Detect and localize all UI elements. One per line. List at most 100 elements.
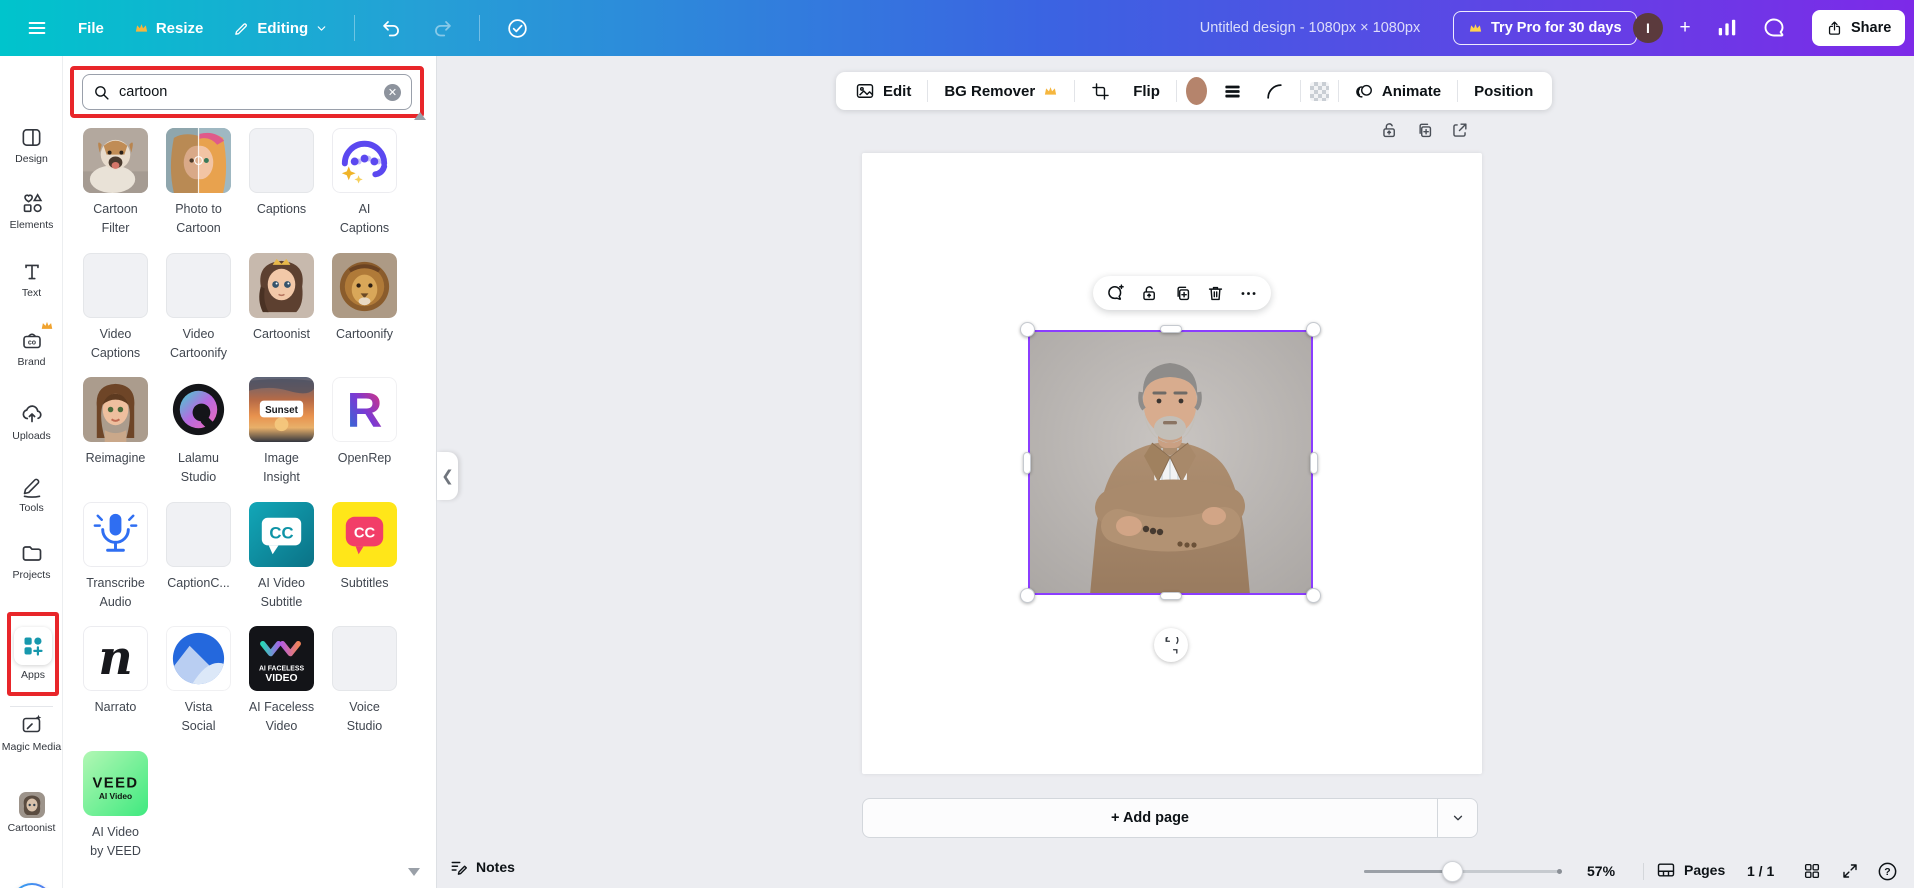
flip-button[interactable]: Flip <box>1126 78 1167 105</box>
undo-button[interactable] <box>369 10 414 47</box>
sidebar-item-magic-media[interactable]: Magic Media <box>0 713 63 753</box>
sidebar-item-apps[interactable]: Apps <box>7 612 59 696</box>
resize-handle-top-left[interactable] <box>1020 322 1035 337</box>
lock-icon[interactable] <box>1140 284 1159 303</box>
app-tile-openrep[interactable]: R OpenRep <box>332 377 397 502</box>
transparency-button[interactable] <box>1309 81 1329 101</box>
canva-assistant-button[interactable] <box>11 883 53 888</box>
sidebar-item-text[interactable]: Text <box>0 261 63 299</box>
app-tile-lalamu-studio[interactable]: Lalamu Studio <box>166 377 231 502</box>
resize-handle-bottom-left[interactable] <box>1020 588 1035 603</box>
app-tile-narrato[interactable]: n Narrato <box>83 626 148 751</box>
redo-icon <box>432 18 453 39</box>
corner-rounding-button[interactable] <box>1258 77 1291 106</box>
app-tile-label: AI Video Subtitle <box>257 575 306 609</box>
lock-page-button[interactable] <box>1380 121 1399 140</box>
try-pro-button[interactable]: Try Pro for 30 days <box>1453 11 1637 45</box>
help-button[interactable]: ? <box>1877 861 1898 882</box>
pages-button[interactable]: Pages <box>1656 860 1725 880</box>
design-icon <box>20 126 43 149</box>
app-tile-image-insight[interactable]: Sunset Image Insight <box>249 377 314 502</box>
scroll-up-arrow-icon[interactable] <box>414 112 426 120</box>
resize-handle-left[interactable] <box>1023 451 1031 474</box>
cloud-save-status[interactable] <box>494 9 541 48</box>
notes-button[interactable]: Notes <box>450 858 515 876</box>
sidebar-item-cartoonist[interactable]: Cartoonist <box>0 792 63 834</box>
app-thumbnail-openrep: R <box>332 377 397 442</box>
insights-button[interactable] <box>1716 17 1738 39</box>
export-page-button[interactable] <box>1450 121 1469 140</box>
zoom-slider-thumb[interactable] <box>1442 861 1463 882</box>
resize-handle-bottom-right[interactable] <box>1306 588 1321 603</box>
panel-collapse-button[interactable]: ❮ <box>437 452 458 500</box>
sidebar-item-brand[interactable]: co Brand <box>0 321 63 368</box>
duplicate-icon[interactable] <box>1173 284 1192 303</box>
resize-handle-bottom[interactable] <box>1159 592 1182 600</box>
app-tile-cartoon-filter[interactable]: Cartoon Filter <box>83 128 148 253</box>
app-tile-ai-video-by-veed[interactable]: VEED AI Video AI Video by VEED <box>83 750 148 876</box>
edit-image-button[interactable]: Edit <box>848 76 918 106</box>
bg-remover-button[interactable]: BG Remover <box>937 78 1065 105</box>
app-tile-ai-video-subtitle[interactable]: CC AI Video Subtitle <box>249 501 314 627</box>
sidebar-item-label: Tools <box>19 502 44 514</box>
more-options-icon[interactable] <box>1239 284 1258 303</box>
toolbar-divider <box>1175 80 1177 102</box>
scroll-down-arrow-icon[interactable] <box>408 868 420 876</box>
zoom-level[interactable]: 57% <box>1587 863 1615 879</box>
animate-label: Animate <box>1381 82 1442 100</box>
editing-mode-menu[interactable]: Editing <box>221 12 340 45</box>
main-menu-button[interactable] <box>14 9 60 47</box>
file-menu[interactable]: File <box>66 12 116 45</box>
comments-button[interactable] <box>1762 16 1786 40</box>
app-tile-cartoonify[interactable]: Cartoonify <box>332 252 397 378</box>
design-title[interactable]: Untitled design - 1080px × 1080px <box>1194 0 1426 56</box>
app-tile-cartoonist[interactable]: Cartoonist <box>249 252 314 378</box>
rotate-handle[interactable] <box>1154 628 1188 662</box>
sidebar-item-design[interactable]: Design <box>0 126 63 165</box>
adjust-button[interactable] <box>1216 77 1249 106</box>
share-button[interactable]: Share <box>1812 10 1906 46</box>
color-swatch[interactable] <box>1185 77 1207 105</box>
app-tile-photo-to-cartoon[interactable]: Photo to Cartoon <box>166 128 231 253</box>
sidebar-item-uploads[interactable]: Uploads <box>0 402 63 442</box>
app-tile-captions[interactable]: Captions <box>249 128 314 253</box>
app-tile-vista-social[interactable]: Vista Social <box>166 626 231 751</box>
resize-handle-right[interactable] <box>1310 451 1318 474</box>
search-input[interactable] <box>119 84 375 100</box>
app-tile-subtitles[interactable]: CC Subtitles <box>332 501 397 627</box>
selected-image[interactable] <box>1020 322 1321 603</box>
app-tile-reimagine[interactable]: Reimagine <box>83 377 148 502</box>
resize-handle-top-right[interactable] <box>1306 322 1321 337</box>
resize-handle-top[interactable] <box>1159 325 1182 333</box>
svg-text:CC: CC <box>269 523 293 542</box>
add-page-button[interactable]: + Add page <box>863 799 1437 837</box>
svg-text:R: R <box>347 383 383 438</box>
app-tile-transcribe-audio[interactable]: Transcribe Audio <box>83 501 148 627</box>
grid-view-button[interactable] <box>1803 862 1821 880</box>
app-tile-ai-faceless-video[interactable]: AI FACELESS VIDEO AI Faceless Video <box>249 626 314 751</box>
add-member-button[interactable]: + <box>1672 15 1698 41</box>
sidebar-item-elements[interactable]: Elements <box>0 191 63 231</box>
redo-button[interactable] <box>420 10 465 47</box>
sidebar-item-tools[interactable]: Tools <box>0 474 63 514</box>
fullscreen-button[interactable] <box>1841 862 1859 880</box>
sidebar-item-projects[interactable]: Projects <box>0 541 63 581</box>
comment-icon[interactable] <box>1106 283 1126 303</box>
resize-menu[interactable]: Resize <box>122 12 216 45</box>
crop-button[interactable] <box>1084 77 1117 106</box>
clear-search-icon[interactable]: ✕ <box>384 83 401 101</box>
add-page-options-button[interactable] <box>1437 799 1477 837</box>
duplicate-page-button[interactable] <box>1415 121 1434 140</box>
animate-button[interactable]: Animate <box>1348 77 1448 106</box>
position-button[interactable]: Position <box>1467 78 1540 105</box>
user-avatar[interactable]: I <box>1633 13 1663 43</box>
app-tile-video-cartoonify[interactable]: Video Cartoonify <box>166 252 231 378</box>
apps-grid-icon <box>14 627 52 665</box>
animate-icon <box>1355 82 1374 101</box>
app-tile-video-captions[interactable]: Video Captions <box>83 252 148 378</box>
elements-shapes-icon <box>20 191 44 215</box>
app-tile-voice-studio[interactable]: Voice Studio <box>332 626 397 751</box>
app-tile-captionc[interactable]: CaptionC... <box>166 501 231 627</box>
app-tile-ai-captions[interactable]: AI Captions <box>332 128 397 253</box>
delete-icon[interactable] <box>1206 284 1225 303</box>
